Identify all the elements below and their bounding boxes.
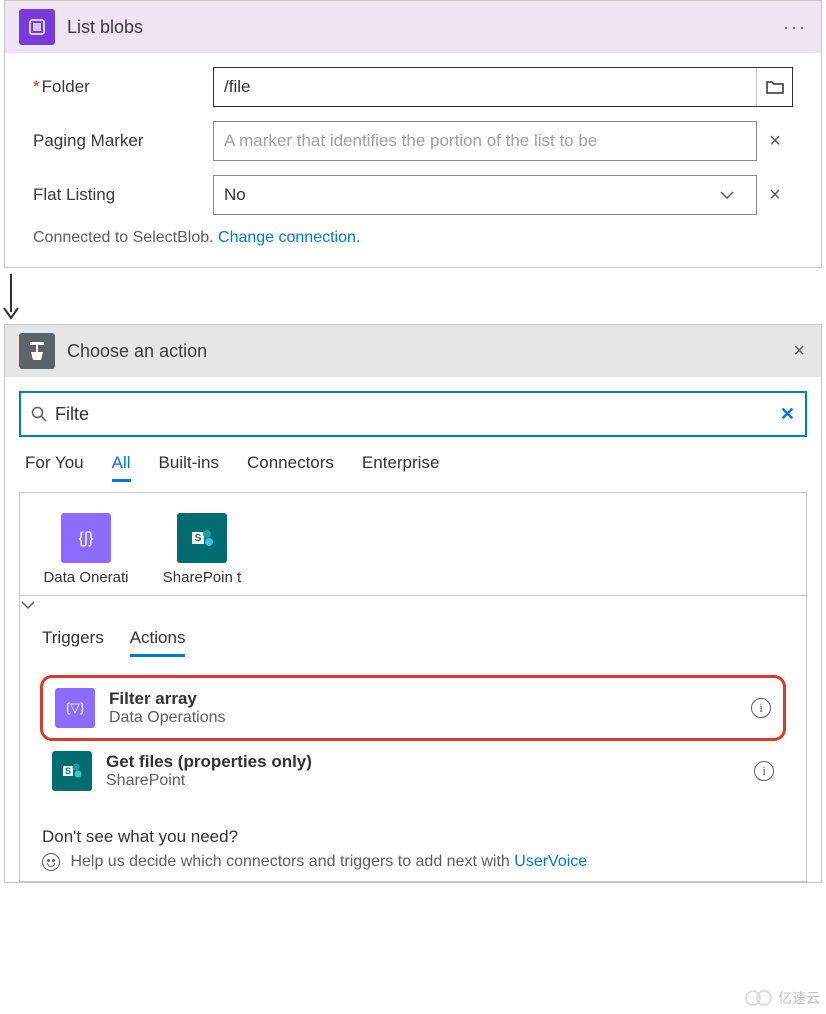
- paging-marker-clear-icon[interactable]: ×: [757, 130, 793, 153]
- folder-picker-icon[interactable]: [756, 68, 792, 106]
- sub-tab-triggers[interactable]: Triggers: [42, 628, 104, 657]
- collapse-toggle[interactable]: [20, 595, 806, 614]
- chevron-down-icon: [720, 191, 756, 199]
- info-icon[interactable]: i: [754, 761, 774, 781]
- footer-help: Help us decide which connectors and trig…: [42, 853, 784, 871]
- folder-value: /file: [214, 77, 756, 97]
- connector-data-operations[interactable]: {∫} Data Onerati: [42, 513, 130, 587]
- sub-tab-actions[interactable]: Actions: [130, 628, 186, 657]
- action-filter-array[interactable]: {▽} Filter array Data Operations i: [40, 675, 786, 741]
- action-text: Get files (properties only) SharePoint: [106, 752, 312, 790]
- blob-icon: [19, 9, 55, 45]
- sharepoint-icon: S: [52, 751, 92, 791]
- svg-text:S: S: [195, 533, 202, 544]
- choose-action-title: Choose an action: [67, 341, 791, 362]
- svg-text:{▽}: {▽}: [66, 700, 85, 715]
- connector-sharepoint[interactable]: S SharePoin t: [158, 513, 246, 587]
- connection-info: Connected to SelectBlob. Change connecti…: [33, 229, 793, 247]
- search-container: Filte ✕: [5, 377, 821, 437]
- list-blobs-card: List blobs ··· *Folder /file Paging Mark…: [4, 0, 822, 268]
- list-blobs-body: *Folder /file Paging Marker A marker tha…: [5, 53, 821, 267]
- trigger-action-tabs: Triggers Actions: [20, 614, 806, 665]
- tab-built-ins[interactable]: Built-ins: [159, 453, 219, 482]
- smile-icon: [42, 853, 60, 871]
- footer-question: Don't see what you need?: [42, 827, 784, 847]
- flat-listing-value: No: [214, 185, 720, 205]
- svg-text:{∫}: {∫}: [78, 530, 94, 547]
- folder-row: *Folder /file: [33, 67, 793, 107]
- results-panel: {∫} Data Onerati S SharePoin t Triggers …: [19, 492, 807, 882]
- action-text: Filter array Data Operations: [109, 689, 226, 727]
- paging-marker-label: Paging Marker: [33, 131, 213, 151]
- action-title: Get files (properties only): [106, 752, 312, 772]
- watermark: 亿速云: [744, 988, 820, 1008]
- change-connection-link[interactable]: Change connection.: [218, 229, 360, 246]
- choose-action-header: Choose an action ×: [5, 325, 821, 377]
- connector-label: SharePoin t: [158, 569, 246, 587]
- category-tabs: For You All Built-ins Connectors Enterpr…: [5, 437, 821, 492]
- paging-marker-row: Paging Marker A marker that identifies t…: [33, 121, 793, 161]
- list-blobs-title: List blobs: [67, 17, 783, 38]
- action-icon: [19, 333, 55, 369]
- paging-marker-input[interactable]: A marker that identifies the portion of …: [213, 121, 757, 161]
- tab-for-you[interactable]: For You: [25, 453, 84, 482]
- flat-listing-clear-icon[interactable]: ×: [757, 184, 793, 207]
- tab-all[interactable]: All: [112, 453, 131, 482]
- flow-arrow-icon: [0, 268, 826, 324]
- footer-note: Don't see what you need? Help us decide …: [20, 805, 806, 881]
- search-input[interactable]: Filte ✕: [19, 391, 807, 437]
- connector-label: Data Onerati: [42, 569, 130, 587]
- tab-enterprise[interactable]: Enterprise: [362, 453, 439, 482]
- action-subtitle: Data Operations: [109, 709, 226, 727]
- data-operations-icon: {∫}: [61, 513, 111, 563]
- search-icon: [31, 406, 47, 422]
- search-clear-icon[interactable]: ✕: [780, 404, 795, 425]
- action-get-files[interactable]: S Get files (properties only) SharePoint…: [40, 741, 786, 801]
- flat-listing-label: Flat Listing: [33, 185, 213, 205]
- connector-grid: {∫} Data Onerati S SharePoin t: [20, 493, 806, 595]
- tab-connectors[interactable]: Connectors: [247, 453, 334, 482]
- action-title: Filter array: [109, 689, 226, 709]
- info-icon[interactable]: i: [751, 698, 771, 718]
- flat-listing-row: Flat Listing No ×: [33, 175, 793, 215]
- choose-action-card: Choose an action × Filte ✕ For You All B…: [4, 324, 822, 883]
- search-value: Filte: [55, 404, 780, 425]
- data-operations-icon: {▽}: [55, 688, 95, 728]
- action-subtitle: SharePoint: [106, 772, 312, 790]
- flat-listing-select[interactable]: No: [213, 175, 757, 215]
- sharepoint-icon: S: [177, 513, 227, 563]
- close-icon[interactable]: ×: [791, 336, 807, 367]
- action-list: {▽} Filter array Data Operations i S Get…: [20, 665, 806, 805]
- folder-label: *Folder: [33, 77, 213, 97]
- list-blobs-header[interactable]: List blobs ···: [5, 1, 821, 53]
- folder-input[interactable]: /file: [213, 67, 793, 107]
- svg-text:S: S: [65, 766, 71, 776]
- uservoice-link[interactable]: UserVoice: [514, 853, 587, 870]
- more-menu-icon[interactable]: ···: [783, 17, 807, 38]
